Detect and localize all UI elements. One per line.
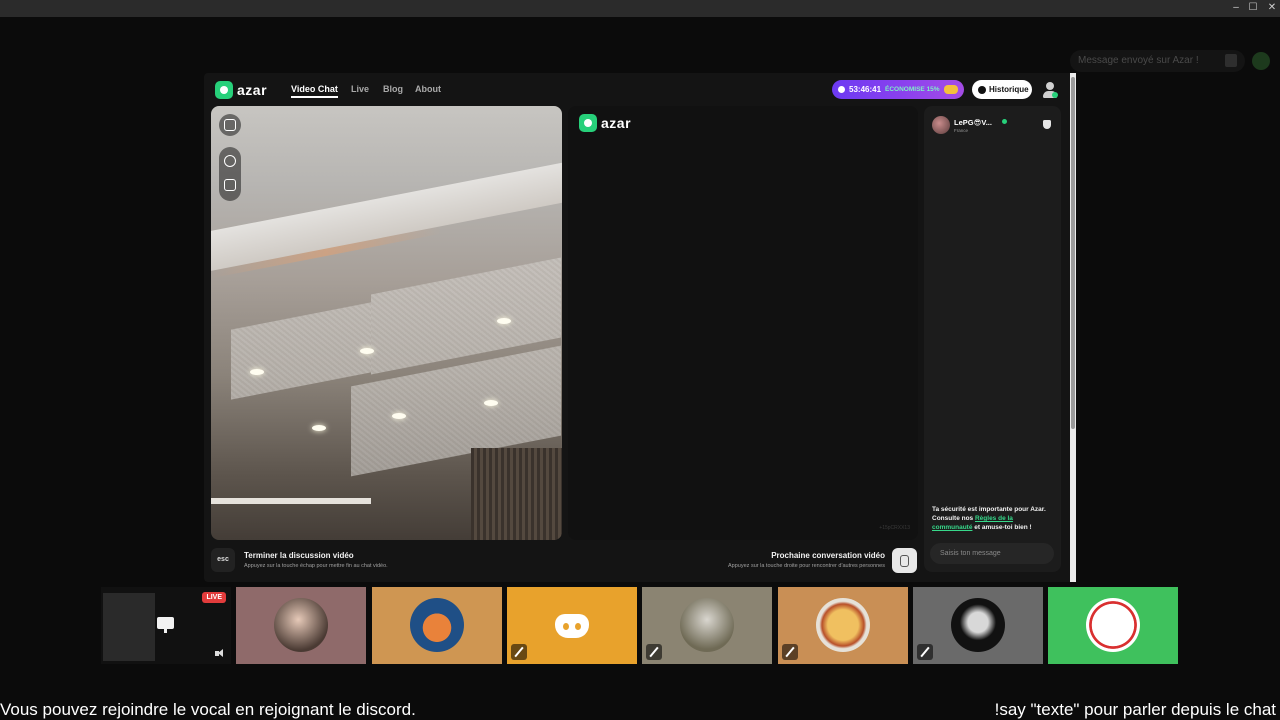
nav-video-chat[interactable]: Video Chat (291, 84, 338, 98)
participant-tile-8[interactable] (1048, 587, 1178, 664)
peer-id-watermark: +15pCRXX13 (879, 525, 910, 531)
history-icon (978, 85, 986, 94)
muted-speaker-icon (215, 649, 225, 658)
user-profile-icon[interactable] (1043, 82, 1058, 98)
overlay-message-pill: Message envoyé sur Azar ! (1070, 50, 1245, 72)
peer-feed-logo: azar (579, 114, 631, 132)
azar-logo[interactable]: azar (215, 81, 267, 99)
participant-tile-6[interactable] (778, 587, 908, 664)
clock-icon (838, 86, 845, 93)
deafened-icon (917, 644, 933, 660)
avatar (951, 598, 1005, 652)
next-chat-hint: Appuyez sur la touche droite pour rencon… (728, 563, 885, 569)
mic-muted-icon (646, 644, 662, 660)
my-camera-feed (211, 106, 562, 540)
avatar (410, 598, 464, 652)
end-chat-hint: Appuyez sur la touche échap pour mettre … (244, 563, 388, 569)
page-scrollbar[interactable] (1070, 73, 1076, 582)
azar-window: azar Video Chat Live Blog About 53:46:41… (204, 73, 1076, 582)
nav-about[interactable]: About (415, 84, 441, 94)
online-status-icon (1002, 119, 1007, 124)
expand-icon (224, 119, 236, 131)
safety-notice: Ta sécurité est importante pour Azar. Co… (932, 505, 1054, 532)
nav-live[interactable]: Live (351, 84, 369, 94)
end-chat-button[interactable]: esc (211, 548, 235, 572)
nav-blog[interactable]: Blog (383, 84, 403, 94)
scrollbar-thumb[interactable] (1071, 77, 1075, 429)
avatar (816, 598, 870, 652)
azar-logo-text: azar (237, 82, 268, 98)
peer-country: France (954, 128, 969, 133)
peer-name: LePG😎V... (954, 118, 992, 127)
close-button[interactable]: ✕ (1265, 2, 1279, 14)
azar-logo-icon (215, 81, 233, 99)
camera-effects-panel (219, 147, 241, 201)
screen-thumbnail (103, 593, 155, 661)
expand-button[interactable] (219, 114, 241, 136)
next-chat-title: Prochaine conversation vidéo (771, 551, 885, 560)
promo-timer-pill[interactable]: 53:46:41 ÉCONOMISE 15% (832, 80, 964, 99)
azar-logo-icon (579, 114, 597, 132)
report-shield-icon[interactable] (1043, 120, 1051, 129)
filter-icon[interactable] (224, 179, 236, 191)
mic-muted-icon (511, 644, 527, 660)
coins-icon (944, 85, 958, 94)
avatar (274, 598, 328, 652)
minimize-button[interactable]: – (1229, 2, 1243, 14)
history-label: Historique (989, 85, 1029, 94)
live-badge: LIVE (202, 592, 226, 603)
participant-tile-streamer[interactable]: LIVE (101, 587, 231, 664)
promo-label: ÉCONOMISE 15% (885, 86, 940, 93)
screen-share-icon (157, 617, 174, 633)
overlay-message-text: Message envoyé sur Azar ! (1078, 55, 1199, 66)
avatar (680, 598, 734, 652)
maximize-button[interactable]: ☐ (1246, 2, 1260, 14)
discord-icon (555, 614, 589, 638)
deafened-icon (782, 644, 798, 660)
safety-text-2: et amuse-toi bien ! (972, 524, 1032, 531)
peer-feed-logo-text: azar (601, 115, 632, 131)
participant-tile-2[interactable] (236, 587, 366, 664)
overlay-avatar-icon (1252, 52, 1270, 70)
next-chat-button[interactable] (892, 548, 917, 573)
peer-camera-feed: azar +15pCRXX13 (568, 106, 918, 540)
chat-message-input[interactable]: Saisis ton message (930, 543, 1054, 564)
window-titlebar: – ☐ ✕ (0, 0, 1280, 17)
promo-timer: 53:46:41 (849, 85, 882, 94)
peer-avatar[interactable] (932, 116, 950, 134)
edit-icon (1225, 54, 1237, 67)
participant-tile-3[interactable] (372, 587, 502, 664)
history-button[interactable]: Historique (972, 80, 1032, 99)
caption-left: Vous pouvez rejoindre le vocal en rejoig… (0, 700, 416, 719)
sparkle-effects-icon[interactable] (224, 155, 236, 167)
participant-tile-4[interactable] (507, 587, 637, 664)
participant-tile-5[interactable] (642, 587, 772, 664)
chat-panel: LePG😎V... France Ta sécurité est importa… (924, 106, 1061, 572)
avatar (1086, 598, 1140, 652)
azar-navbar: azar Video Chat Live Blog About 53:46:41… (204, 73, 1070, 106)
caption-right: !say "texte" pour parler depuis le chat (994, 700, 1276, 719)
participant-tile-7[interactable] (913, 587, 1043, 664)
end-chat-title: Terminer la discussion vidéo (244, 551, 354, 560)
